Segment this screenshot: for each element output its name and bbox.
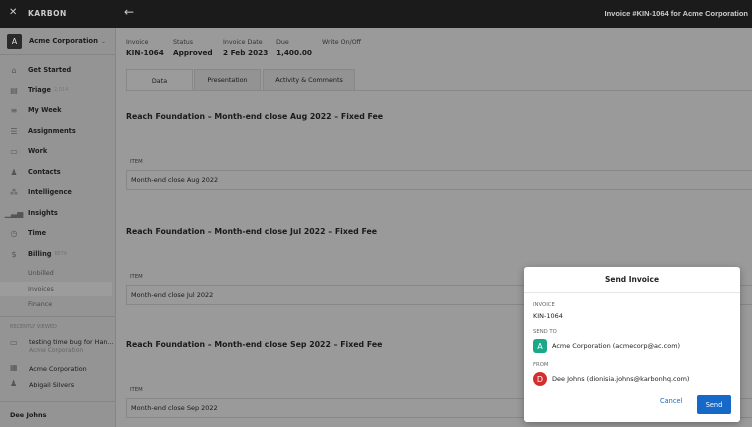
triage-icon: ▤ (10, 85, 18, 95)
briefcase-icon: ▭ (10, 146, 18, 156)
tab-activity-comments[interactable]: Activity & Comments (263, 69, 355, 91)
recent-item[interactable]: ♟ Abigail Silvers (0, 379, 115, 393)
bar-chart-icon: ▁▃▅ (4, 208, 24, 218)
network-icon: ⁂ (10, 187, 18, 197)
user-name[interactable]: Dee Johns (10, 411, 46, 419)
cancel-button[interactable]: Cancel (660, 397, 682, 405)
org-switcher[interactable]: A Acme Corporation ⌄ (0, 28, 115, 55)
sender: Dee Johns (dionisia.johns@karbonhq.com) (552, 375, 690, 383)
header-invoice: Invoice KIN-1064 (126, 39, 164, 57)
back-arrow-icon[interactable]: ← (124, 5, 134, 19)
sidebar-item-insights[interactable]: ▁▃▅ Insights (0, 204, 116, 222)
section-title: Reach Foundation – Month-end close Aug 2… (126, 112, 384, 121)
sidebar-item-contacts[interactable]: ♟ Contacts (0, 163, 116, 181)
sender-avatar: D (533, 372, 547, 386)
org-avatar: A (7, 33, 22, 49)
sidebar-item-time[interactable]: ◷ Time (0, 224, 116, 242)
header-due: Due 1,400.00 (276, 39, 313, 57)
header-status: Status Approved (173, 39, 213, 57)
section-title: Reach Foundation – Month-end close Sep 2… (126, 340, 383, 349)
sidebar-item-assignments[interactable]: ☰ Assignments (0, 122, 116, 140)
invoice-value: KIN-1064 (533, 312, 563, 320)
divider (0, 401, 115, 402)
sidebar-item-intelligence[interactable]: ⁂ Intelligence (0, 183, 116, 201)
sidebar-item-invoices[interactable]: Invoices (0, 282, 112, 296)
header-invoice-date: Invoice Date 2 Feb 2023 (223, 39, 269, 57)
section-title: Reach Foundation – Month-end close Jul 2… (126, 227, 378, 236)
item-label: ITEM (130, 387, 143, 393)
from-label: FROM (533, 362, 549, 368)
person-icon: ♟ (10, 167, 18, 177)
briefcase-icon: ▭ (10, 338, 18, 347)
recent-item[interactable]: ▭ testing time bug for Han... Acme Corpo… (0, 336, 115, 358)
sidebar-item-unbilled[interactable]: Unbilled (0, 266, 112, 280)
send-button[interactable]: Send (697, 395, 731, 414)
divider (0, 316, 115, 317)
send-to-label: SEND TO (533, 329, 557, 335)
page-title: Invoice #KIN-1064 for Acme Corporation (604, 9, 748, 18)
recent-item[interactable]: ▦ Acme Corporation (0, 363, 115, 377)
tab-data[interactable]: Data (126, 69, 193, 91)
recipient: Acme Corporation (acmecorp@ac.com) (552, 342, 681, 350)
sidebar-item-billing[interactable]: $ Billing BETA (0, 245, 116, 263)
item-label: ITEM (130, 274, 143, 280)
recipient-avatar: A (533, 339, 547, 353)
sidebar-item-finance[interactable]: Finance (0, 297, 112, 311)
dialog-title: Send Invoice (524, 267, 740, 293)
top-bar: ✕ KARBON ← Invoice #KIN-1064 for Acme Co… (0, 0, 752, 28)
invoice-label: INVOICE (533, 302, 555, 308)
list-icon: ≡ (10, 105, 18, 115)
brand-logo: KARBON (28, 9, 67, 18)
building-icon: ▦ (10, 363, 18, 372)
assignments-icon: ☰ (10, 126, 18, 136)
sidebar-item-get-started[interactable]: ⌂ Get Started (0, 61, 116, 79)
sidebar-item-my-week[interactable]: ≡ My Week (0, 101, 116, 119)
header-write-on-off: Write On/Off (322, 39, 361, 46)
item-input[interactable]: Month-end close Aug 2022 (126, 170, 752, 190)
recently-viewed-heading: RECENTLY VIEWED (10, 324, 57, 330)
send-invoice-dialog: Send Invoice INVOICE KIN-1064 SEND TO A … (524, 267, 740, 422)
chevron-down-icon: ⌄ (100, 37, 106, 45)
clock-icon: ◷ (10, 228, 18, 238)
person-icon: ♟ (10, 379, 18, 388)
tab-presentation[interactable]: Presentation (194, 69, 261, 91)
sidebar-item-work[interactable]: ▭ Work (0, 142, 116, 160)
divider (126, 90, 752, 91)
sidebar: A Acme Corporation ⌄ ⌂ Get Started ▤ Triag… (0, 28, 116, 427)
dollar-icon: $ (11, 249, 17, 259)
org-name: Acme Corporation (29, 37, 98, 45)
item-label: ITEM (130, 159, 143, 165)
home-icon: ⌂ (11, 65, 17, 75)
sidebar-item-triage[interactable]: ▤ Triage 2,014 (0, 81, 116, 99)
close-icon[interactable]: ✕ (9, 7, 17, 18)
